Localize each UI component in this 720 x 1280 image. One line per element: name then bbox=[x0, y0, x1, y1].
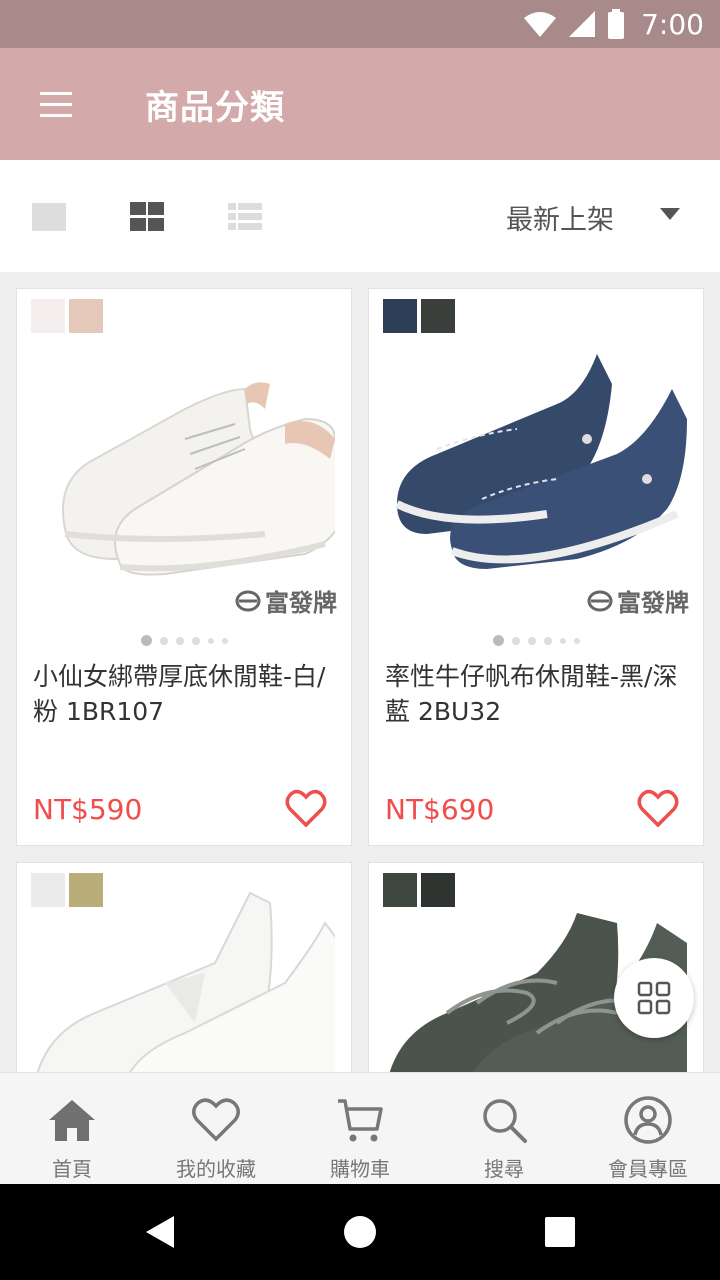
color-swatches bbox=[383, 299, 455, 333]
nav-label: 首頁 bbox=[52, 1157, 92, 1181]
view-toolbar: 最新上架 bbox=[0, 160, 720, 272]
nav-item-search[interactable]: 搜尋 bbox=[432, 1073, 576, 1185]
list-view-icon[interactable] bbox=[228, 200, 262, 234]
color-swatches bbox=[31, 299, 103, 333]
pager-dot[interactable] bbox=[573, 637, 580, 644]
color-swatch[interactable] bbox=[383, 299, 417, 333]
nav-label: 搜尋 bbox=[484, 1157, 524, 1181]
product-image[interactable] bbox=[387, 329, 687, 579]
pager-dot[interactable] bbox=[140, 635, 152, 646]
single-view-icon[interactable] bbox=[32, 200, 66, 234]
nav-item-favorites[interactable]: 我的收藏 bbox=[144, 1073, 288, 1185]
nav-label: 購物車 bbox=[330, 1157, 390, 1181]
pager-dot[interactable] bbox=[221, 637, 228, 644]
user-icon bbox=[624, 1096, 672, 1144]
sort-dropdown[interactable]: 最新上架 bbox=[506, 198, 614, 237]
product-name[interactable]: 率性牛仔帆布休閒鞋-黑/深藍 2BU32 bbox=[385, 659, 685, 729]
status-time: 7:00 bbox=[641, 7, 704, 41]
cart-icon bbox=[338, 1099, 383, 1142]
pager-dot[interactable] bbox=[511, 636, 520, 645]
pager-dot[interactable] bbox=[191, 636, 200, 645]
pager-dot[interactable] bbox=[207, 637, 214, 644]
dropdown-arrow-icon[interactable] bbox=[660, 208, 680, 220]
color-swatch[interactable] bbox=[31, 299, 65, 333]
nav-label: 我的收藏 bbox=[176, 1157, 256, 1181]
product-price: NT$590 bbox=[33, 793, 143, 826]
home-circle-icon[interactable] bbox=[344, 1216, 376, 1248]
recents-icon[interactable] bbox=[545, 1217, 575, 1247]
app-bar: 商品分類 bbox=[0, 48, 720, 160]
product-name[interactable]: 小仙女綁帶厚底休閒鞋-白/粉 1BR107 bbox=[33, 659, 333, 729]
nav-item-cart[interactable]: 購物車 bbox=[288, 1073, 432, 1185]
pager-dot[interactable] bbox=[175, 636, 184, 645]
page-title: 商品分類 bbox=[145, 88, 285, 128]
grid-menu-icon bbox=[637, 981, 671, 1015]
product-image[interactable] bbox=[35, 883, 335, 1082]
product-card[interactable]: 富發牌 小仙女綁帶厚底休閒鞋-白/粉 1BR107 NT$590 bbox=[16, 288, 352, 846]
brand-name: 富發牌 bbox=[617, 589, 689, 617]
nav-item-home[interactable]: 首頁 bbox=[0, 1073, 144, 1185]
image-pager[interactable] bbox=[369, 635, 703, 646]
pager-dot[interactable] bbox=[527, 636, 536, 645]
color-swatch[interactable] bbox=[69, 299, 103, 333]
menu-button[interactable] bbox=[28, 76, 84, 132]
nav-label: 會員專區 bbox=[608, 1157, 688, 1181]
product-image[interactable] bbox=[35, 329, 335, 579]
image-pager[interactable] bbox=[17, 635, 351, 646]
quick-menu-button[interactable] bbox=[614, 958, 694, 1038]
battery-icon bbox=[608, 9, 625, 39]
pager-dot[interactable] bbox=[492, 635, 504, 646]
heart-icon bbox=[192, 1098, 240, 1142]
product-price: NT$690 bbox=[385, 793, 495, 826]
grid-view-icon[interactable] bbox=[130, 200, 164, 234]
signal-icon bbox=[569, 11, 596, 37]
brand-logo-icon bbox=[587, 590, 613, 611]
brand-name: 富發牌 bbox=[265, 589, 337, 617]
back-icon[interactable] bbox=[144, 1214, 176, 1250]
home-icon bbox=[49, 1100, 95, 1141]
pager-dot[interactable] bbox=[559, 637, 566, 644]
bottom-nav: 首頁 我的收藏 購物車 搜尋 會員專區 bbox=[0, 1072, 720, 1184]
favorite-heart-icon[interactable] bbox=[637, 789, 679, 829]
product-card[interactable]: 富發牌 率性牛仔帆布休閒鞋-黑/深藍 2BU32 NT$690 bbox=[368, 288, 704, 846]
color-swatch[interactable] bbox=[421, 299, 455, 333]
wifi-icon bbox=[524, 12, 557, 37]
pager-dot[interactable] bbox=[159, 636, 168, 645]
pager-dot[interactable] bbox=[543, 636, 552, 645]
status-bar: 7:00 bbox=[0, 0, 720, 48]
favorite-heart-icon[interactable] bbox=[285, 789, 327, 829]
brand-logo-icon bbox=[235, 590, 261, 611]
menu-icon bbox=[40, 92, 72, 117]
nav-item-member[interactable]: 會員專區 bbox=[576, 1073, 720, 1185]
brand-logo: 富發牌 bbox=[235, 583, 337, 618]
system-nav-bar bbox=[0, 1184, 720, 1280]
product-card[interactable] bbox=[16, 862, 352, 1082]
search-icon bbox=[483, 1099, 527, 1143]
brand-logo: 富發牌 bbox=[587, 583, 689, 618]
